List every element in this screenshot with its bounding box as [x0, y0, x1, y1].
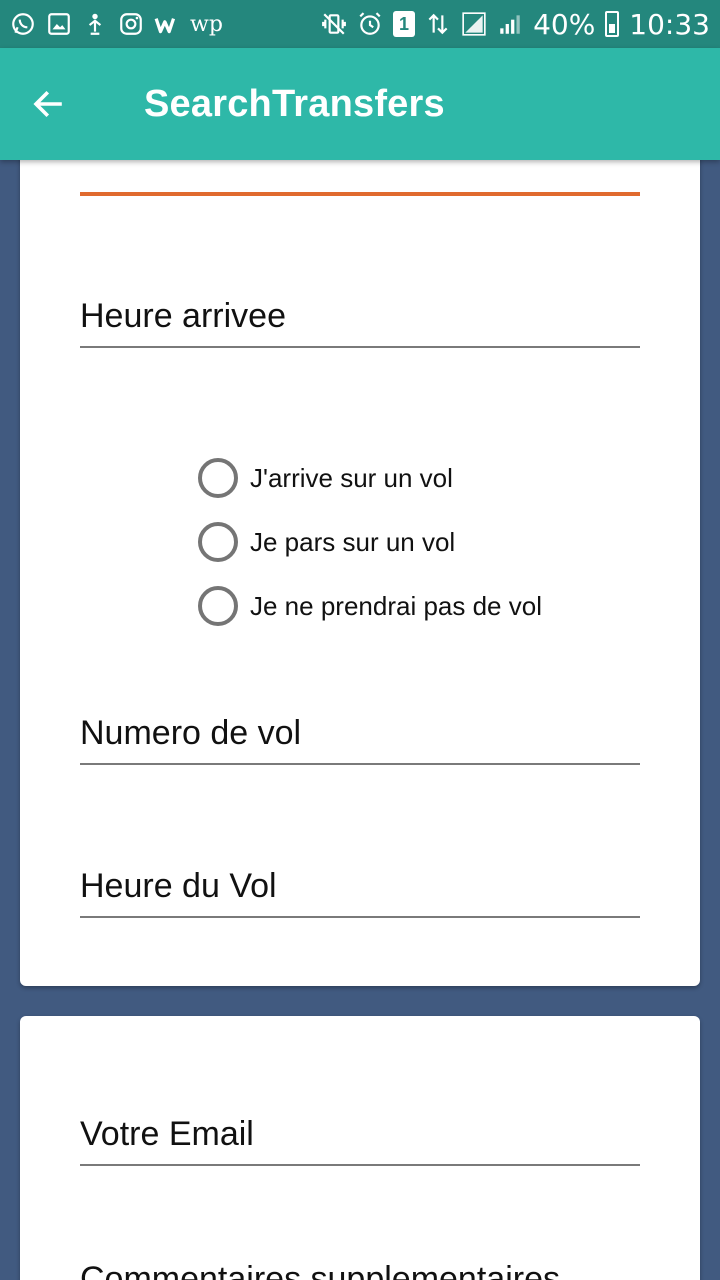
radio-button-icon[interactable]	[198, 458, 238, 498]
alarm-icon	[357, 11, 383, 37]
vibrate-icon	[321, 11, 347, 37]
page-title: SearchTransfers	[144, 82, 445, 125]
app-bar: SearchTransfers	[0, 48, 720, 160]
status-bar: wp 1 40% 10:33	[0, 0, 720, 48]
radio-option-depart[interactable]: Je pars sur un vol	[198, 510, 542, 574]
radio-option-no-flight[interactable]: Je ne prendrai pas de vol	[198, 574, 542, 638]
data-arrows-icon	[425, 11, 451, 37]
back-button[interactable]	[0, 48, 96, 160]
radio-button-icon[interactable]	[198, 522, 238, 562]
notification-icons: wp	[10, 11, 223, 37]
battery-icon	[605, 11, 620, 37]
heure-vol-field[interactable]: Heure du Vol	[80, 867, 640, 918]
flight-details-card: Heure arrivee J'arrive sur un vol Je par…	[20, 140, 700, 986]
clock: 10:33	[629, 7, 710, 41]
radio-label: Je pars sur un vol	[250, 526, 456, 557]
sim-icon: 1	[393, 11, 416, 37]
radio-label: Je ne prendrai pas de vol	[250, 590, 542, 621]
instagram-icon	[118, 11, 144, 37]
email-hint: Votre Email	[80, 1115, 254, 1153]
numero-vol-hint: Numero de vol	[80, 714, 302, 752]
wattpad-icon	[154, 11, 180, 37]
upload-icon	[82, 11, 108, 37]
radio-label: J'arrive sur un vol	[250, 462, 453, 493]
back-arrow-icon	[33, 90, 62, 118]
flight-radio-group: J'arrive sur un vol Je pars sur un vol J…	[198, 446, 542, 638]
email-field[interactable]: Votre Email	[80, 1115, 640, 1166]
signal-sim1-icon	[461, 11, 487, 37]
wp-icon: wp	[190, 11, 223, 37]
commentaires-hint: Commentaires supplementaires	[80, 1260, 560, 1280]
radio-option-arrive[interactable]: J'arrive sur un vol	[198, 446, 542, 510]
commentaires-field[interactable]: Commentaires supplementaires	[80, 1260, 640, 1280]
battery-percent: 40%	[533, 7, 596, 41]
heure-arrivee-hint: Heure arrivee	[80, 297, 286, 335]
heure-vol-hint: Heure du Vol	[80, 867, 277, 905]
heure-arrivee-field[interactable]: Heure arrivee	[80, 297, 640, 348]
focused-field-underline[interactable]	[80, 192, 640, 196]
signal-sim2-icon	[497, 11, 523, 37]
numero-vol-field[interactable]: Numero de vol	[80, 714, 640, 765]
gallery-icon	[46, 11, 72, 37]
radio-button-icon[interactable]	[198, 586, 238, 626]
whatsapp-icon	[10, 11, 36, 37]
system-icons: 1 40% 10:33	[321, 8, 710, 41]
contact-card: Votre Email Commentaires supplementaires	[20, 1016, 700, 1280]
